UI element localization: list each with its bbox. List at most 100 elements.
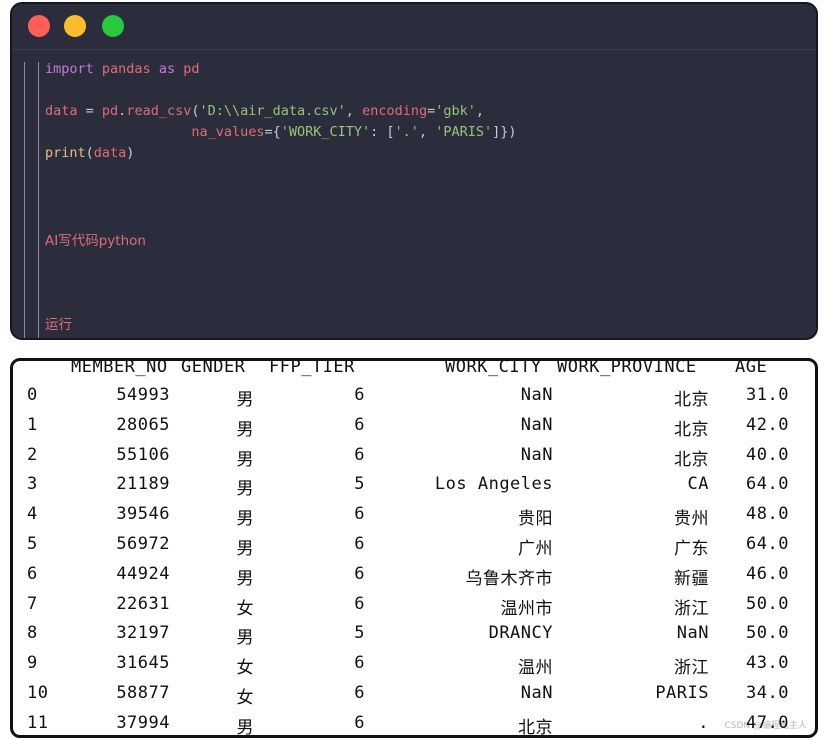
work-city-cell: DRANCY xyxy=(488,623,553,644)
code-gutter-line xyxy=(24,62,25,338)
gender-cell: 男 xyxy=(236,419,254,440)
ffp-tier-cell: 6 xyxy=(354,712,365,733)
age-cell: 48.0 xyxy=(746,504,789,525)
gender-cell: 男 xyxy=(236,539,254,559)
gender-cell: 女 xyxy=(236,598,254,619)
work-province-cell: 贵州 xyxy=(674,509,709,530)
member-no-cell: 58877 xyxy=(116,683,170,703)
age-cell: 50.0 xyxy=(746,623,789,644)
age-cell: 64.0 xyxy=(746,474,789,495)
work-province-cell: 浙江 xyxy=(674,658,709,679)
gender-cell: 女 xyxy=(236,658,254,679)
age-cell: 40.0 xyxy=(746,444,789,465)
member-no-cell: 21189 xyxy=(116,474,170,495)
window-titlebar xyxy=(12,4,816,50)
code-token: data xyxy=(93,145,127,161)
ffp-tier-cell: 6 xyxy=(354,653,365,674)
age-cell: 64.0 xyxy=(746,534,789,554)
ffp-tier-cell: 6 xyxy=(354,563,365,584)
gender-cell: 男 xyxy=(236,509,254,530)
console-output-panel: MEMBER_NO GENDER FFP_TIER WORK_CITY WORK… xyxy=(10,358,818,738)
code-token: ]}) xyxy=(492,124,517,140)
gender-cell: 男 xyxy=(236,449,254,470)
ffp-tier-cell: 6 xyxy=(354,414,365,435)
gender-cell: 男 xyxy=(236,479,254,500)
code-token: read_csv xyxy=(126,103,192,119)
work-province-cell: 北京 xyxy=(674,419,709,440)
age-cell: 31.0 xyxy=(746,385,789,405)
age-cell: 43.0 xyxy=(746,653,789,674)
age-cell: 34.0 xyxy=(746,683,789,703)
code-token: 'D:\\air_data.csv' xyxy=(199,103,346,119)
ffp-tier-cell: 6 xyxy=(354,534,365,554)
ffp-tier-cell: 6 xyxy=(354,504,365,525)
member-no-cell: 56972 xyxy=(116,534,170,554)
work-province-cell: NaN xyxy=(676,623,709,644)
age-cell: 47.0 xyxy=(746,712,789,733)
work-province-cell: 浙江 xyxy=(674,598,709,619)
minimize-window-dot-icon[interactable] xyxy=(64,15,86,37)
member-no-cell: 37994 xyxy=(116,712,170,733)
work-province-cell: 北京 xyxy=(674,390,709,410)
age-cell: 50.0 xyxy=(746,593,789,614)
ffp-tier-cell: 6 xyxy=(354,593,365,614)
code-token: : [ xyxy=(370,124,395,140)
code-token: ) xyxy=(126,145,135,161)
code-line: import pandas as pd xyxy=(45,61,199,77)
row-index: 5 xyxy=(27,534,38,554)
work-province-cell: CA xyxy=(687,474,709,495)
row-index: 2 xyxy=(27,444,38,465)
work-city-cell: NaN xyxy=(520,444,553,465)
row-index: 8 xyxy=(27,623,38,644)
work-city-cell: 贵阳 xyxy=(518,509,553,530)
work-city-cell: NaN xyxy=(520,683,553,703)
code-token: , xyxy=(418,124,436,140)
close-window-dot-icon[interactable] xyxy=(28,15,50,37)
maximize-window-dot-icon[interactable] xyxy=(102,15,124,37)
row-index: 9 xyxy=(27,653,38,674)
gender-cell: 男 xyxy=(236,628,254,649)
code-token: 'gbk' xyxy=(435,103,476,119)
age-cell: 42.0 xyxy=(746,414,789,435)
work-city-cell: 温州 xyxy=(518,658,553,679)
column-header-work-city: WORK_CITY xyxy=(445,358,542,377)
code-token: , xyxy=(475,103,485,119)
code-token: print xyxy=(45,145,86,161)
row-index: 0 xyxy=(27,385,38,405)
column-header-age: AGE xyxy=(735,358,768,377)
work-city-cell: NaN xyxy=(520,414,553,435)
gender-cell: 男 xyxy=(236,390,254,410)
work-province-cell: 广东 xyxy=(674,539,709,559)
row-index: 1 xyxy=(27,414,38,435)
work-province-cell: 新疆 xyxy=(674,568,709,589)
code-token: '.' xyxy=(394,124,419,140)
member-no-cell: 54993 xyxy=(116,385,170,405)
member-no-cell: 32197 xyxy=(116,623,170,644)
row-index: 11 xyxy=(27,712,49,733)
code-editor-window: import pandas as pd data = pd.read_csv('D… xyxy=(10,2,818,340)
code-line: na_values={'WORK_CITY': ['.', 'PARIS']}) xyxy=(45,124,516,140)
gender-cell: 女 xyxy=(236,688,254,708)
code-token: ={ xyxy=(264,124,281,140)
ffp-tier-cell: 5 xyxy=(354,623,365,644)
member-no-cell: 44924 xyxy=(116,563,170,584)
work-province-cell: 北京 xyxy=(674,449,709,470)
ffp-tier-cell: 6 xyxy=(354,444,365,465)
code-token: pd xyxy=(183,61,200,77)
code-line: AI写代码python xyxy=(45,229,146,249)
column-header-work-province: WORK_PROVINCE xyxy=(557,358,697,377)
code-token: = xyxy=(427,103,436,119)
code-token: pd xyxy=(101,103,119,119)
member-no-cell: 31645 xyxy=(116,653,170,674)
code-line: data = pd.read_csv('D:\\air_data.csv', e… xyxy=(45,103,484,119)
code-token: pandas xyxy=(101,61,159,77)
work-city-cell: 温州市 xyxy=(500,598,553,619)
code-line: print(data) xyxy=(45,145,134,161)
code-token: 'WORK_CITY' xyxy=(280,124,371,140)
work-city-cell: 乌鲁木齐市 xyxy=(465,568,553,589)
work-province-cell: PARIS xyxy=(655,683,709,703)
work-city-cell: NaN xyxy=(520,385,553,405)
code-gutter-line xyxy=(38,62,39,338)
row-index: 7 xyxy=(27,593,38,614)
